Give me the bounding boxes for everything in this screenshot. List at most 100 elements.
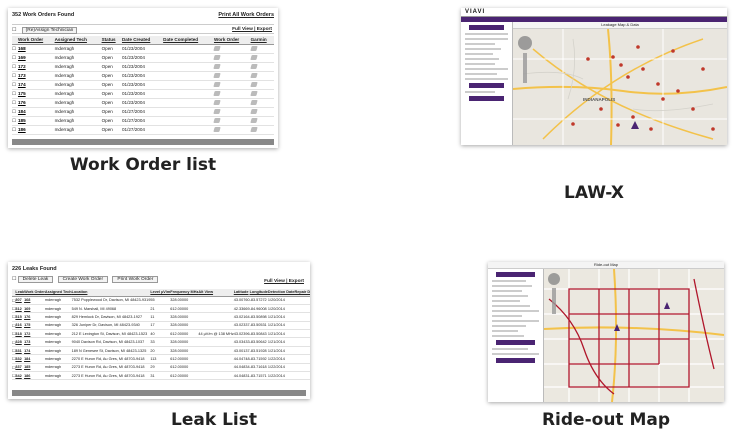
table-row[interactable]: ☐ 342 186 mderragh 2273 E Huron Rd, Au Gres…: [12, 371, 310, 381]
work-order-link[interactable]: 168: [17, 44, 55, 54]
wo-cell[interactable]: 175: [24, 321, 45, 331]
column-header[interactable]: Location: [71, 289, 151, 297]
column-header[interactable]: Level µV/m: [150, 289, 171, 297]
work-order-link[interactable]: 184: [17, 107, 55, 117]
work-order-link[interactable]: 174: [17, 80, 55, 90]
garmin-icon[interactable]: [249, 53, 274, 63]
garmin-icon[interactable]: [249, 71, 274, 81]
pagination-bar[interactable]: [12, 139, 274, 145]
table-row[interactable]: ☐ 337 185 mderragh 2273 E Huron Rd, Au Gres…: [12, 363, 310, 373]
table-row[interactable]: ☐ 176 mderragh Open 01/23/2004: [12, 98, 274, 108]
table-row[interactable]: ☐ 186 mderragh Open 01/27/2004: [12, 125, 274, 135]
work-order-doc-icon[interactable]: [213, 98, 251, 108]
garmin-icon[interactable]: [249, 62, 274, 72]
garmin-icon[interactable]: [249, 107, 274, 117]
table-row[interactable]: ☐ 315 176 mderragh 829 Hemlock Dr, Davison,…: [12, 312, 310, 322]
garmin-icon[interactable]: [249, 116, 274, 126]
table-row[interactable]: ☐ 185 mderragh Open 01/27/2004: [12, 116, 274, 126]
table-row[interactable]: ☐ 318 172 mderragh 212 E Lexington St, Davi…: [12, 329, 310, 339]
filter-button[interactable]: [496, 272, 535, 277]
work-order-doc-icon[interactable]: [213, 62, 251, 72]
column-header[interactable]: Frequency MHz: [170, 289, 199, 297]
reassign-button[interactable]: (Re)Assign Technician: [21, 27, 78, 34]
apply-button[interactable]: [469, 83, 504, 88]
column-header[interactable]: Latitude: [233, 289, 250, 297]
full-view-export-link[interactable]: Full View | Export: [232, 27, 272, 32]
leak-cell[interactable]: 312: [15, 304, 25, 314]
table-row[interactable]: ☐ 328 173 mderragh 9040 Davison Rd, Davison…: [12, 337, 310, 347]
work-order-doc-icon[interactable]: [213, 116, 251, 126]
work-order-link[interactable]: 175: [17, 89, 55, 99]
filter-button[interactable]: [469, 25, 504, 30]
wo-cell[interactable]: 184: [24, 354, 45, 364]
table-row[interactable]: ☐ 332 184 mderragh 2270 E Huron Rd, Au Gres…: [12, 354, 310, 364]
leak-cell[interactable]: 318: [15, 329, 25, 339]
column-header[interactable]: Longitude: [249, 289, 268, 297]
column-header[interactable]: Work Order: [213, 36, 251, 45]
leak-cell[interactable]: 337: [15, 363, 25, 373]
column-header[interactable]: Work Order: [24, 289, 45, 297]
apply-button[interactable]: [496, 340, 535, 345]
leak-cell[interactable]: 342: [15, 371, 25, 381]
leak-cell[interactable]: 315: [15, 312, 25, 322]
wo-cell[interactable]: 172: [24, 329, 45, 339]
table-row[interactable]: ☐ 312 169 mderragh 549 N. Marshall, MI 4906…: [12, 304, 310, 314]
column-header[interactable]: Garmin: [250, 36, 274, 45]
select-all-checkbox[interactable]: ☐: [12, 277, 16, 282]
full-view-export-link[interactable]: Full View | Export: [264, 279, 304, 284]
work-order-doc-icon[interactable]: [213, 125, 251, 135]
garmin-icon[interactable]: [249, 125, 274, 135]
pagination-bar[interactable]: [12, 390, 306, 396]
column-header[interactable]: Date Created: [121, 36, 164, 45]
table-row[interactable]: ☐ 316 175 mderragh 326 Juniper Dr, Davison,…: [12, 321, 310, 331]
table-row[interactable]: ☐ 169 mderragh Open 01/23/2004: [12, 53, 274, 63]
work-order-doc-icon[interactable]: [213, 71, 251, 81]
print-all-link[interactable]: Print All Work Orders: [218, 12, 274, 18]
wo-cell[interactable]: 185: [24, 363, 45, 373]
leak-map[interactable]: INDIANAPOLIS: [513, 29, 727, 145]
work-order-doc-icon[interactable]: [213, 44, 251, 54]
garmin-icon[interactable]: [249, 89, 274, 99]
work-order-link[interactable]: 185: [17, 116, 55, 126]
column-header[interactable]: Date Completed: [163, 36, 214, 45]
column-header[interactable]: Assigned Tech: [44, 289, 72, 297]
leak-cell[interactable]: 332: [15, 354, 25, 364]
wo-cell[interactable]: 186: [24, 371, 45, 381]
column-header[interactable]: Work Order: [17, 36, 55, 45]
work-order-link[interactable]: 173: [17, 71, 55, 81]
work-order-doc-icon[interactable]: [213, 80, 251, 90]
column-header[interactable]: Repair Date: [294, 289, 310, 297]
route-map[interactable]: [544, 269, 724, 402]
table-row[interactable]: ☐ 173 mderragh Open 01/23/2004: [12, 71, 274, 81]
wo-cell[interactable]: 173: [24, 337, 45, 347]
table-row[interactable]: ☐ 331 174 mderragh 189 N Genesee St, Daviso…: [12, 346, 310, 356]
select-all-checkbox[interactable]: ☐: [12, 28, 16, 33]
leak-cell[interactable]: 307: [15, 296, 25, 305]
print-work-order-button[interactable]: Print Work Order: [112, 276, 159, 283]
column-header[interactable]: Leak: [15, 289, 25, 297]
leak-cell[interactable]: 331: [15, 346, 25, 356]
wo-cell[interactable]: 168: [24, 296, 45, 305]
column-header[interactable]: Detection Date: [267, 289, 295, 297]
wo-cell[interactable]: 174: [24, 346, 45, 356]
export-button[interactable]: [469, 96, 504, 101]
column-header[interactable]: Status: [101, 36, 122, 45]
leak-cell[interactable]: 316: [15, 321, 25, 331]
column-header[interactable]: Alt View: [198, 289, 234, 297]
garmin-icon[interactable]: [249, 98, 274, 108]
table-row[interactable]: ☐ 175 mderragh Open 01/23/2004: [12, 89, 274, 99]
table-row[interactable]: ☐ 174 mderragh Open 01/23/2004: [12, 80, 274, 90]
work-order-link[interactable]: 176: [17, 98, 55, 108]
work-order-link[interactable]: 172: [17, 62, 55, 72]
work-order-doc-icon[interactable]: [213, 53, 251, 63]
table-row[interactable]: ☐ 168 mderragh Open 01/23/2004: [12, 44, 274, 54]
work-order-link[interactable]: 169: [17, 53, 55, 63]
work-order-doc-icon[interactable]: [213, 89, 251, 99]
work-order-link[interactable]: 186: [17, 125, 55, 135]
wo-cell[interactable]: 176: [24, 312, 45, 322]
column-header[interactable]: Assigned Tech: [54, 36, 102, 45]
work-order-doc-icon[interactable]: [213, 107, 251, 117]
wo-cell[interactable]: 169: [24, 304, 45, 314]
garmin-icon[interactable]: [249, 44, 274, 54]
table-row[interactable]: ☐ 172 mderragh Open 01/23/2004: [12, 62, 274, 72]
